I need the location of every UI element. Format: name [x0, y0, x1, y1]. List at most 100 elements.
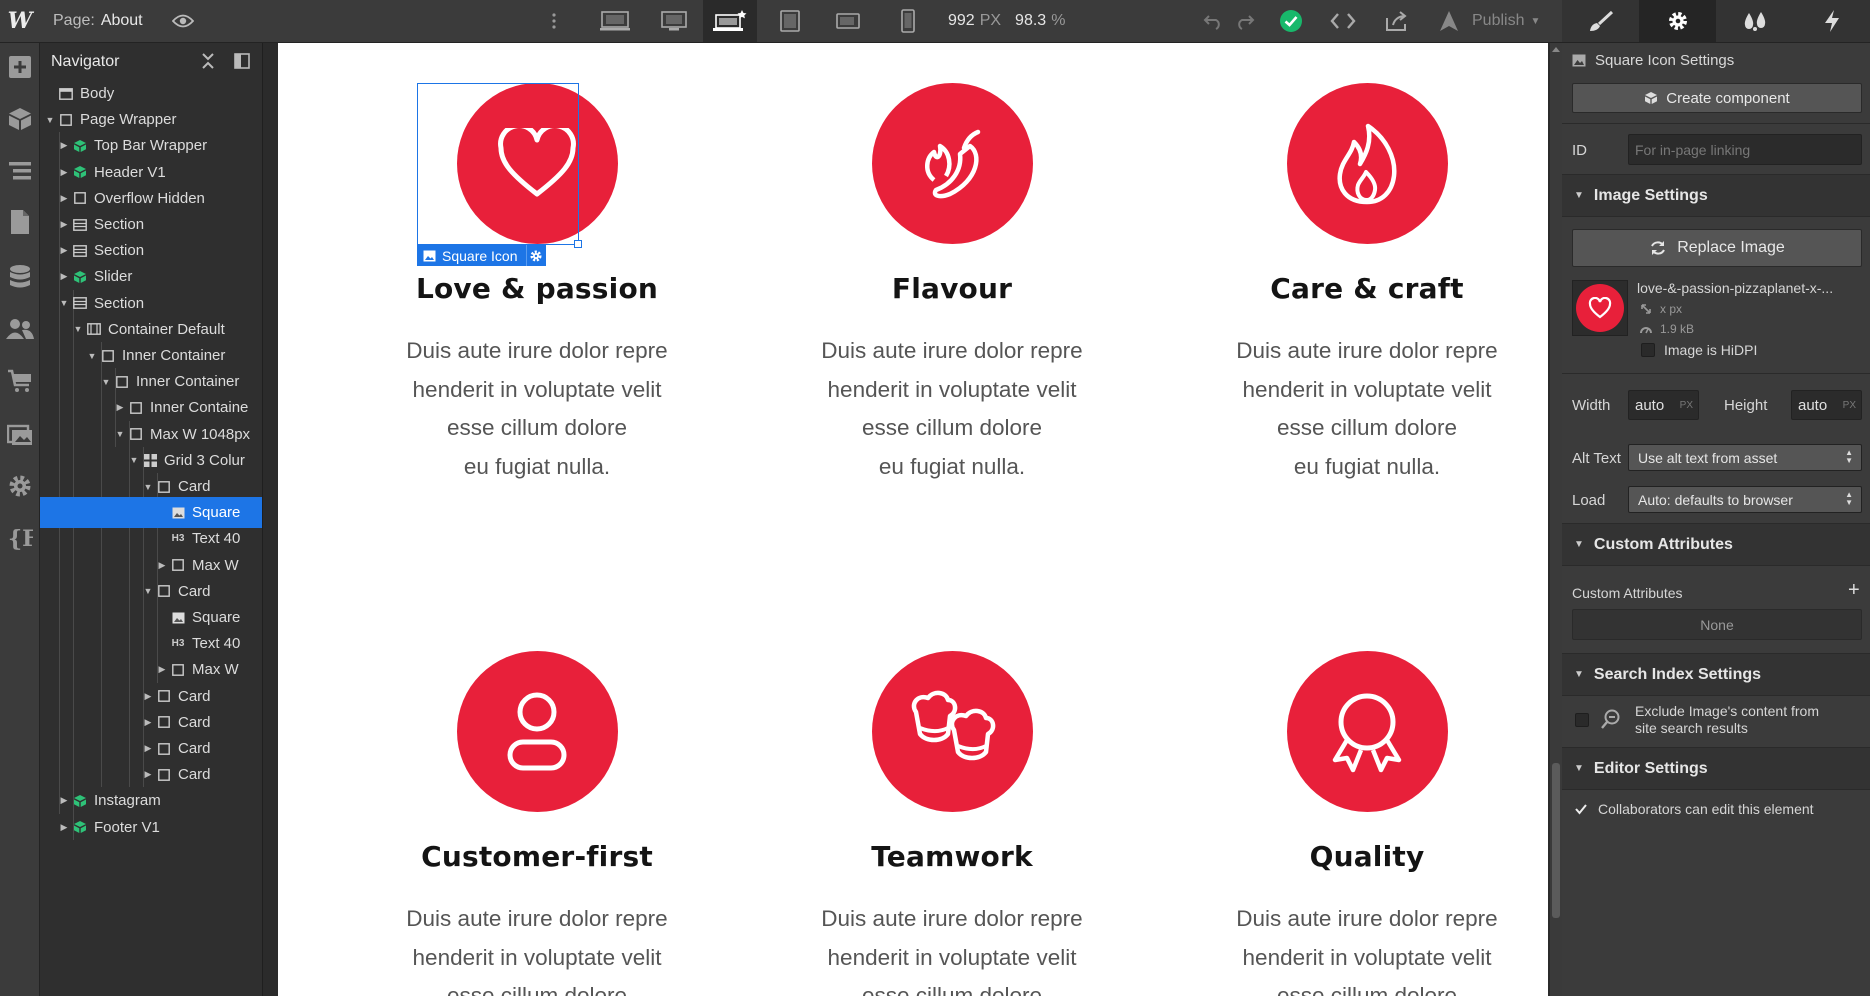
caret-down-icon[interactable]: ▼ — [100, 377, 112, 387]
ecommerce-cart-icon[interactable] — [0, 359, 40, 403]
load-select[interactable]: Auto: defaults to browser ▲ ▼ — [1628, 486, 1862, 513]
caret-down-icon[interactable]: ▼ — [142, 482, 154, 492]
webflow-logo[interactable]: W — [0, 0, 40, 42]
caret-down-icon[interactable]: ▼ — [58, 298, 70, 308]
page-selector[interactable]: Page: About — [53, 0, 143, 42]
caret-right-icon[interactable]: ▶ — [114, 402, 126, 413]
caret-right-icon[interactable]: ▶ — [58, 822, 70, 833]
custom-attributes-header[interactable]: ▼ Custom Attributes — [1562, 523, 1870, 566]
width-input[interactable]: auto PX — [1628, 390, 1699, 420]
interactions-tab[interactable] — [1793, 0, 1870, 42]
caret-right-icon[interactable]: ▶ — [58, 219, 70, 230]
status-check-icon[interactable] — [1277, 0, 1305, 42]
editor-settings-header[interactable]: ▼ Editor Settings — [1562, 747, 1870, 790]
square-icon-image[interactable] — [456, 651, 618, 812]
feature-card[interactable]: Customer-first Duis aute irure dolor repr… — [357, 651, 717, 996]
navigator-icon[interactable] — [0, 149, 40, 193]
card-title[interactable]: Flavour — [772, 272, 1132, 305]
image-thumbnail[interactable] — [1572, 280, 1628, 336]
caret-down-icon[interactable]: ▼ — [44, 115, 56, 125]
code-export-icon[interactable] — [1328, 0, 1358, 42]
create-component-button[interactable]: Create component — [1572, 83, 1862, 113]
feature-card[interactable]: Flavour Duis aute irure dolor repre hender… — [772, 83, 1132, 486]
card-title[interactable]: Customer-first — [357, 840, 717, 873]
canvas-scrollbar[interactable] — [1550, 43, 1562, 996]
breakpoint-mobile-landscape-icon[interactable] — [828, 0, 868, 42]
element-settings-gear-icon[interactable] — [525, 245, 546, 266]
card-title[interactable]: Love & passion — [357, 272, 717, 305]
card-title[interactable]: Care & craft — [1187, 272, 1547, 305]
caret-right-icon[interactable]: ▶ — [58, 795, 70, 806]
square-icon-image[interactable] — [871, 83, 1033, 244]
caret-right-icon[interactable]: ▶ — [156, 560, 168, 571]
more-options-icon[interactable] — [548, 0, 560, 42]
add-attribute-plus-icon[interactable]: + — [1848, 580, 1860, 600]
publish-button[interactable]: Publish ▼ — [1436, 0, 1540, 42]
square-icon-image[interactable] — [1286, 651, 1448, 812]
square-icon-image[interactable] — [871, 651, 1033, 812]
cms-icon[interactable] — [0, 255, 40, 299]
hidpi-checkbox[interactable] — [1641, 343, 1655, 357]
height-input[interactable]: auto PX — [1791, 390, 1862, 420]
style-panel-tab[interactable] — [1562, 0, 1639, 42]
collaborators-checkbox[interactable] — [1574, 802, 1588, 820]
card-title[interactable]: Teamwork — [772, 840, 1132, 873]
assets-icon[interactable] — [0, 412, 40, 456]
caret-right-icon[interactable]: ▶ — [142, 769, 154, 780]
exclude-search-checkbox[interactable] — [1575, 713, 1589, 727]
card-body-text[interactable]: Duis aute irure dolor repre henderit in v… — [772, 332, 1132, 486]
feature-card[interactable]: Quality Duis aute irure dolor repre hender… — [1187, 651, 1547, 996]
caret-down-icon[interactable]: ▼ — [128, 455, 140, 465]
pages-icon[interactable] — [0, 200, 40, 244]
caret-down-icon[interactable]: ▼ — [114, 429, 126, 439]
feature-card[interactable]: Care & craft Duis aute irure dolor repre h… — [1187, 83, 1547, 486]
dock-panel-icon[interactable] — [234, 53, 250, 74]
breakpoint-mobile-portrait-icon[interactable] — [888, 0, 928, 42]
alt-text-select[interactable]: Use alt text from asset ▲ ▼ — [1628, 444, 1862, 471]
card-body-text[interactable]: Duis aute irure dolor repre henderit in v… — [1187, 332, 1547, 486]
caret-down-icon[interactable]: ▼ — [72, 324, 84, 334]
caret-right-icon[interactable]: ▶ — [58, 245, 70, 256]
caret-right-icon[interactable]: ▶ — [58, 271, 70, 282]
scroll-arrow-up[interactable] — [1552, 47, 1560, 52]
breakpoint-tablet-icon[interactable] — [770, 0, 810, 42]
card-title[interactable]: Quality — [1187, 840, 1547, 873]
caret-right-icon[interactable]: ▶ — [142, 691, 154, 702]
id-input[interactable]: For in-page linking — [1628, 134, 1862, 165]
caret-right-icon[interactable]: ▶ — [58, 167, 70, 178]
image-settings-header[interactable]: ▼ Image Settings — [1562, 174, 1870, 217]
preview-eye-icon[interactable] — [170, 0, 196, 42]
square-icon-image[interactable] — [1286, 83, 1448, 244]
redo-icon[interactable] — [1232, 0, 1258, 42]
breakpoint-desktop-base-icon[interactable] — [703, 0, 757, 42]
caret-right-icon[interactable]: ▶ — [142, 717, 154, 728]
undo-icon[interactable] — [1200, 0, 1226, 42]
feature-card[interactable]: Teamwork Duis aute irure dolor repre hende… — [772, 651, 1132, 996]
caret-right-icon[interactable]: ▶ — [142, 743, 154, 754]
collapse-all-icon[interactable] — [200, 52, 216, 75]
caret-right-icon[interactable]: ▶ — [156, 664, 168, 675]
breakpoint-desktop-large-icon[interactable] — [595, 0, 635, 42]
caret-down-icon[interactable]: ▼ — [86, 351, 98, 361]
style-manager-tab[interactable] — [1716, 0, 1793, 42]
card-body-text[interactable]: Duis aute irure dolor repre henderit in v… — [357, 900, 717, 996]
search-index-header[interactable]: ▼ Search Index Settings — [1562, 653, 1870, 696]
find-code-icon[interactable]: {F — [0, 515, 40, 559]
caret-right-icon[interactable]: ▶ — [58, 193, 70, 204]
users-icon[interactable] — [0, 307, 40, 351]
share-icon[interactable] — [1382, 0, 1412, 42]
symbols-icon[interactable] — [0, 97, 40, 141]
nav-item-footer[interactable]: ▶ Footer V1 — [40, 812, 262, 843]
card-body-text[interactable]: Duis aute irure dolor repre henderit in v… — [772, 900, 1132, 996]
card-body-text[interactable]: Duis aute irure dolor repre henderit in v… — [357, 332, 717, 486]
caret-down-icon[interactable]: ▼ — [142, 586, 154, 596]
selection-badge[interactable]: Square Icon — [417, 245, 546, 266]
replace-image-button[interactable]: Replace Image — [1572, 229, 1862, 267]
scrollbar-thumb[interactable] — [1552, 763, 1560, 918]
settings-panel-tab[interactable] — [1639, 0, 1716, 42]
design-canvas[interactable]: Love & passion Duis aute irure dolor repr… — [278, 43, 1548, 996]
selection-resize-handle[interactable] — [574, 240, 582, 248]
breakpoint-desktop-medium-icon[interactable] — [654, 0, 694, 42]
caret-right-icon[interactable]: ▶ — [58, 140, 70, 151]
site-settings-gear-icon[interactable] — [0, 464, 40, 508]
